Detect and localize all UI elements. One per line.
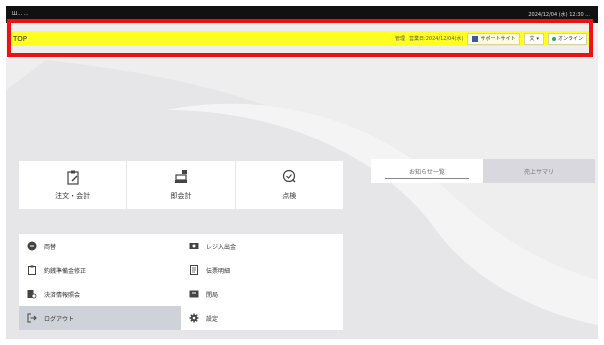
slip-details-item[interactable]: 伝票明細 xyxy=(181,258,343,282)
close-store-label: 閉局 xyxy=(206,291,219,299)
settings-item[interactable]: 設定 xyxy=(181,306,343,330)
tab-notices[interactable]: お知らせ一覧 xyxy=(371,159,483,183)
settings-label: 設定 xyxy=(206,315,219,323)
tab-sales-summary[interactable]: 売上サマリ xyxy=(483,159,595,183)
app-frame: Ш... ... 2024/12/04 (水) 12:30 ... TOP 管理… xyxy=(6,6,598,339)
order-checkout-button[interactable]: 注文・会計 xyxy=(19,161,128,209)
change-fund-label: 釣銭準備金修正 xyxy=(44,267,87,275)
close-store-item[interactable]: 閉局 xyxy=(181,282,343,306)
logout-label: ログアウト xyxy=(44,315,75,323)
quick-checkout-label: 即会計 xyxy=(170,192,192,200)
check-circle-icon xyxy=(283,169,296,183)
change-fund-item[interactable]: 釣銭準備金修正 xyxy=(19,258,181,282)
logout-item[interactable]: ログアウト xyxy=(19,306,181,330)
tab-active-underline xyxy=(385,178,469,179)
exchange-item[interactable]: 両替 xyxy=(19,234,181,258)
slip-details-label: 伝票明細 xyxy=(206,267,231,275)
exchange-icon xyxy=(27,241,37,251)
info-tabs: お知らせ一覧 売上サマリ xyxy=(371,159,595,183)
clipboard-edit-icon xyxy=(67,170,79,185)
tab-notices-label: お知らせ一覧 xyxy=(409,168,445,176)
logout-icon xyxy=(27,313,37,323)
function-list: 両替 レジ入出金 釣銭準備金修正 伝票明細 決済情報照会 閉局 ログアウト 設定 xyxy=(19,234,343,330)
payment-inquiry-label: 決済情報照会 xyxy=(44,291,81,299)
close-store-icon xyxy=(189,290,199,298)
cash-in-out-item[interactable]: レジ入出金 xyxy=(181,234,343,258)
tab-sales-summary-label: 売上サマリ xyxy=(523,168,554,176)
highlight-box xyxy=(7,19,593,57)
cash-in-out-label: レジ入出金 xyxy=(206,243,237,251)
exchange-label: 両替 xyxy=(44,243,57,251)
cash-register-icon xyxy=(174,170,187,183)
gear-icon xyxy=(189,313,199,323)
payment-search-icon xyxy=(27,290,37,299)
quick-checkout-button[interactable]: 即会計 xyxy=(127,161,236,209)
topbar-right-text: 2024/12/04 (水) 12:30 ... xyxy=(528,12,590,18)
order-checkout-label: 注文・会計 xyxy=(55,192,91,200)
inspection-button[interactable]: 点検 xyxy=(236,161,343,209)
inspection-label: 点検 xyxy=(282,192,297,200)
topbar-left-text: Ш... ... xyxy=(12,11,29,17)
main-menu: 注文・会計 即会計 点検 xyxy=(19,161,343,209)
clipboard-icon xyxy=(28,265,36,275)
payment-inquiry-item[interactable]: 決済情報照会 xyxy=(19,282,181,306)
cash-icon xyxy=(189,243,199,249)
receipt-icon xyxy=(190,265,198,275)
